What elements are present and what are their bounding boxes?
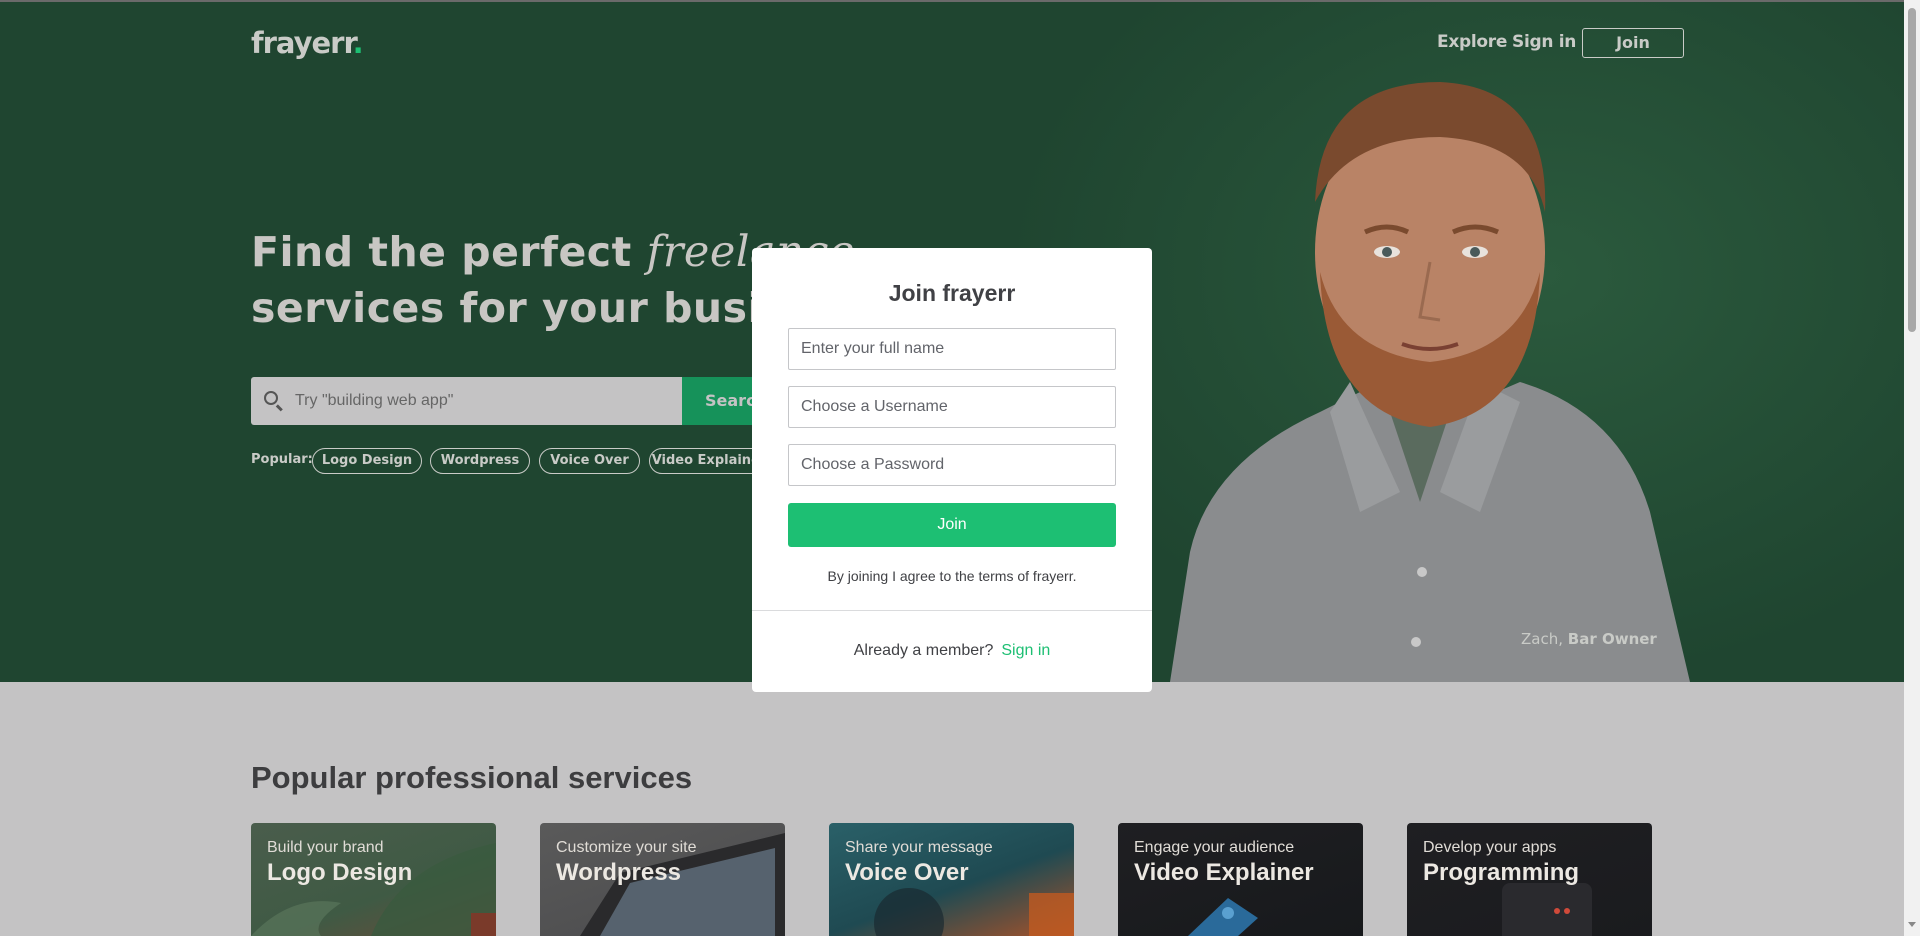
modal-sign-in-link[interactable]: Sign in: [1001, 642, 1050, 659]
nav-join-button[interactable]: Join: [1582, 28, 1684, 58]
service-card-programming[interactable]: Develop your apps Programming: [1407, 823, 1652, 936]
modal-join-button[interactable]: Join: [788, 503, 1116, 547]
logo-dot: .: [352, 26, 364, 60]
card-title: Video Explainer: [1134, 859, 1314, 886]
hero-person-image: [1170, 82, 1690, 682]
card-subtitle: Customize your site: [556, 839, 697, 856]
member-text: Already a member?: [853, 642, 994, 659]
fullname-field[interactable]: [788, 328, 1116, 370]
popular-tag-logo-design[interactable]: Logo Design: [312, 448, 422, 474]
popular-tag-video-explainer[interactable]: Video Explainer: [649, 448, 769, 474]
modal-divider: [752, 610, 1152, 611]
logo-text: frayerr: [251, 26, 354, 60]
card-subtitle: Engage your audience: [1134, 839, 1295, 856]
services-title: Popular professional services: [251, 760, 693, 795]
hero-caption: Zach, Bar Owner: [1521, 630, 1657, 648]
caption-role: Bar Owner: [1567, 630, 1657, 648]
popular-tag-voice-over[interactable]: Voice Over: [539, 448, 640, 474]
search-box: [251, 377, 682, 425]
service-card-logo-design[interactable]: Build your brand Logo Design: [251, 823, 496, 936]
card-subtitle: Build your brand: [267, 839, 384, 856]
popular-tag-wordpress[interactable]: Wordpress: [430, 448, 530, 474]
card-title: Voice Over: [845, 859, 969, 886]
join-modal: Join frayerr Join By joining I agree to …: [752, 248, 1152, 692]
popular-label: Popular:: [251, 452, 313, 467]
card-subtitle: Share your message: [845, 839, 993, 856]
card-title: Programming: [1423, 859, 1580, 886]
logo[interactable]: frayerr.: [251, 26, 364, 60]
nav-sign-in-link[interactable]: Sign in: [1512, 32, 1576, 52]
search-input[interactable]: [295, 377, 665, 425]
modal-title: Join frayerr: [888, 280, 1016, 306]
password-field[interactable]: [788, 444, 1116, 486]
nav-explore-link[interactable]: Explore: [1437, 32, 1507, 52]
terms-text: By joining I agree to the terms of fraye…: [827, 568, 1077, 584]
card-title: Wordpress: [556, 859, 681, 886]
username-field[interactable]: [788, 386, 1116, 428]
service-card-video-explainer[interactable]: Engage your audience Video Explainer: [1118, 823, 1363, 936]
card-subtitle: Develop your apps: [1423, 839, 1557, 856]
search-icon: [264, 391, 278, 405]
vertical-scrollbar[interactable]: [1904, 0, 1920, 936]
service-card-wordpress[interactable]: Customize your site Wordpress: [540, 823, 785, 936]
already-member-row: Already a member? Sign in: [752, 642, 1152, 660]
caption-name: Zach,: [1521, 630, 1563, 648]
scrollbar-thumb[interactable]: [1908, 8, 1916, 332]
card-title: Logo Design: [267, 859, 413, 886]
service-card-voice-over[interactable]: Share your message Voice Over: [829, 823, 1074, 936]
headline-text-1: Find the perfect: [251, 228, 647, 276]
scroll-down-arrow-icon[interactable]: [1908, 922, 1916, 927]
